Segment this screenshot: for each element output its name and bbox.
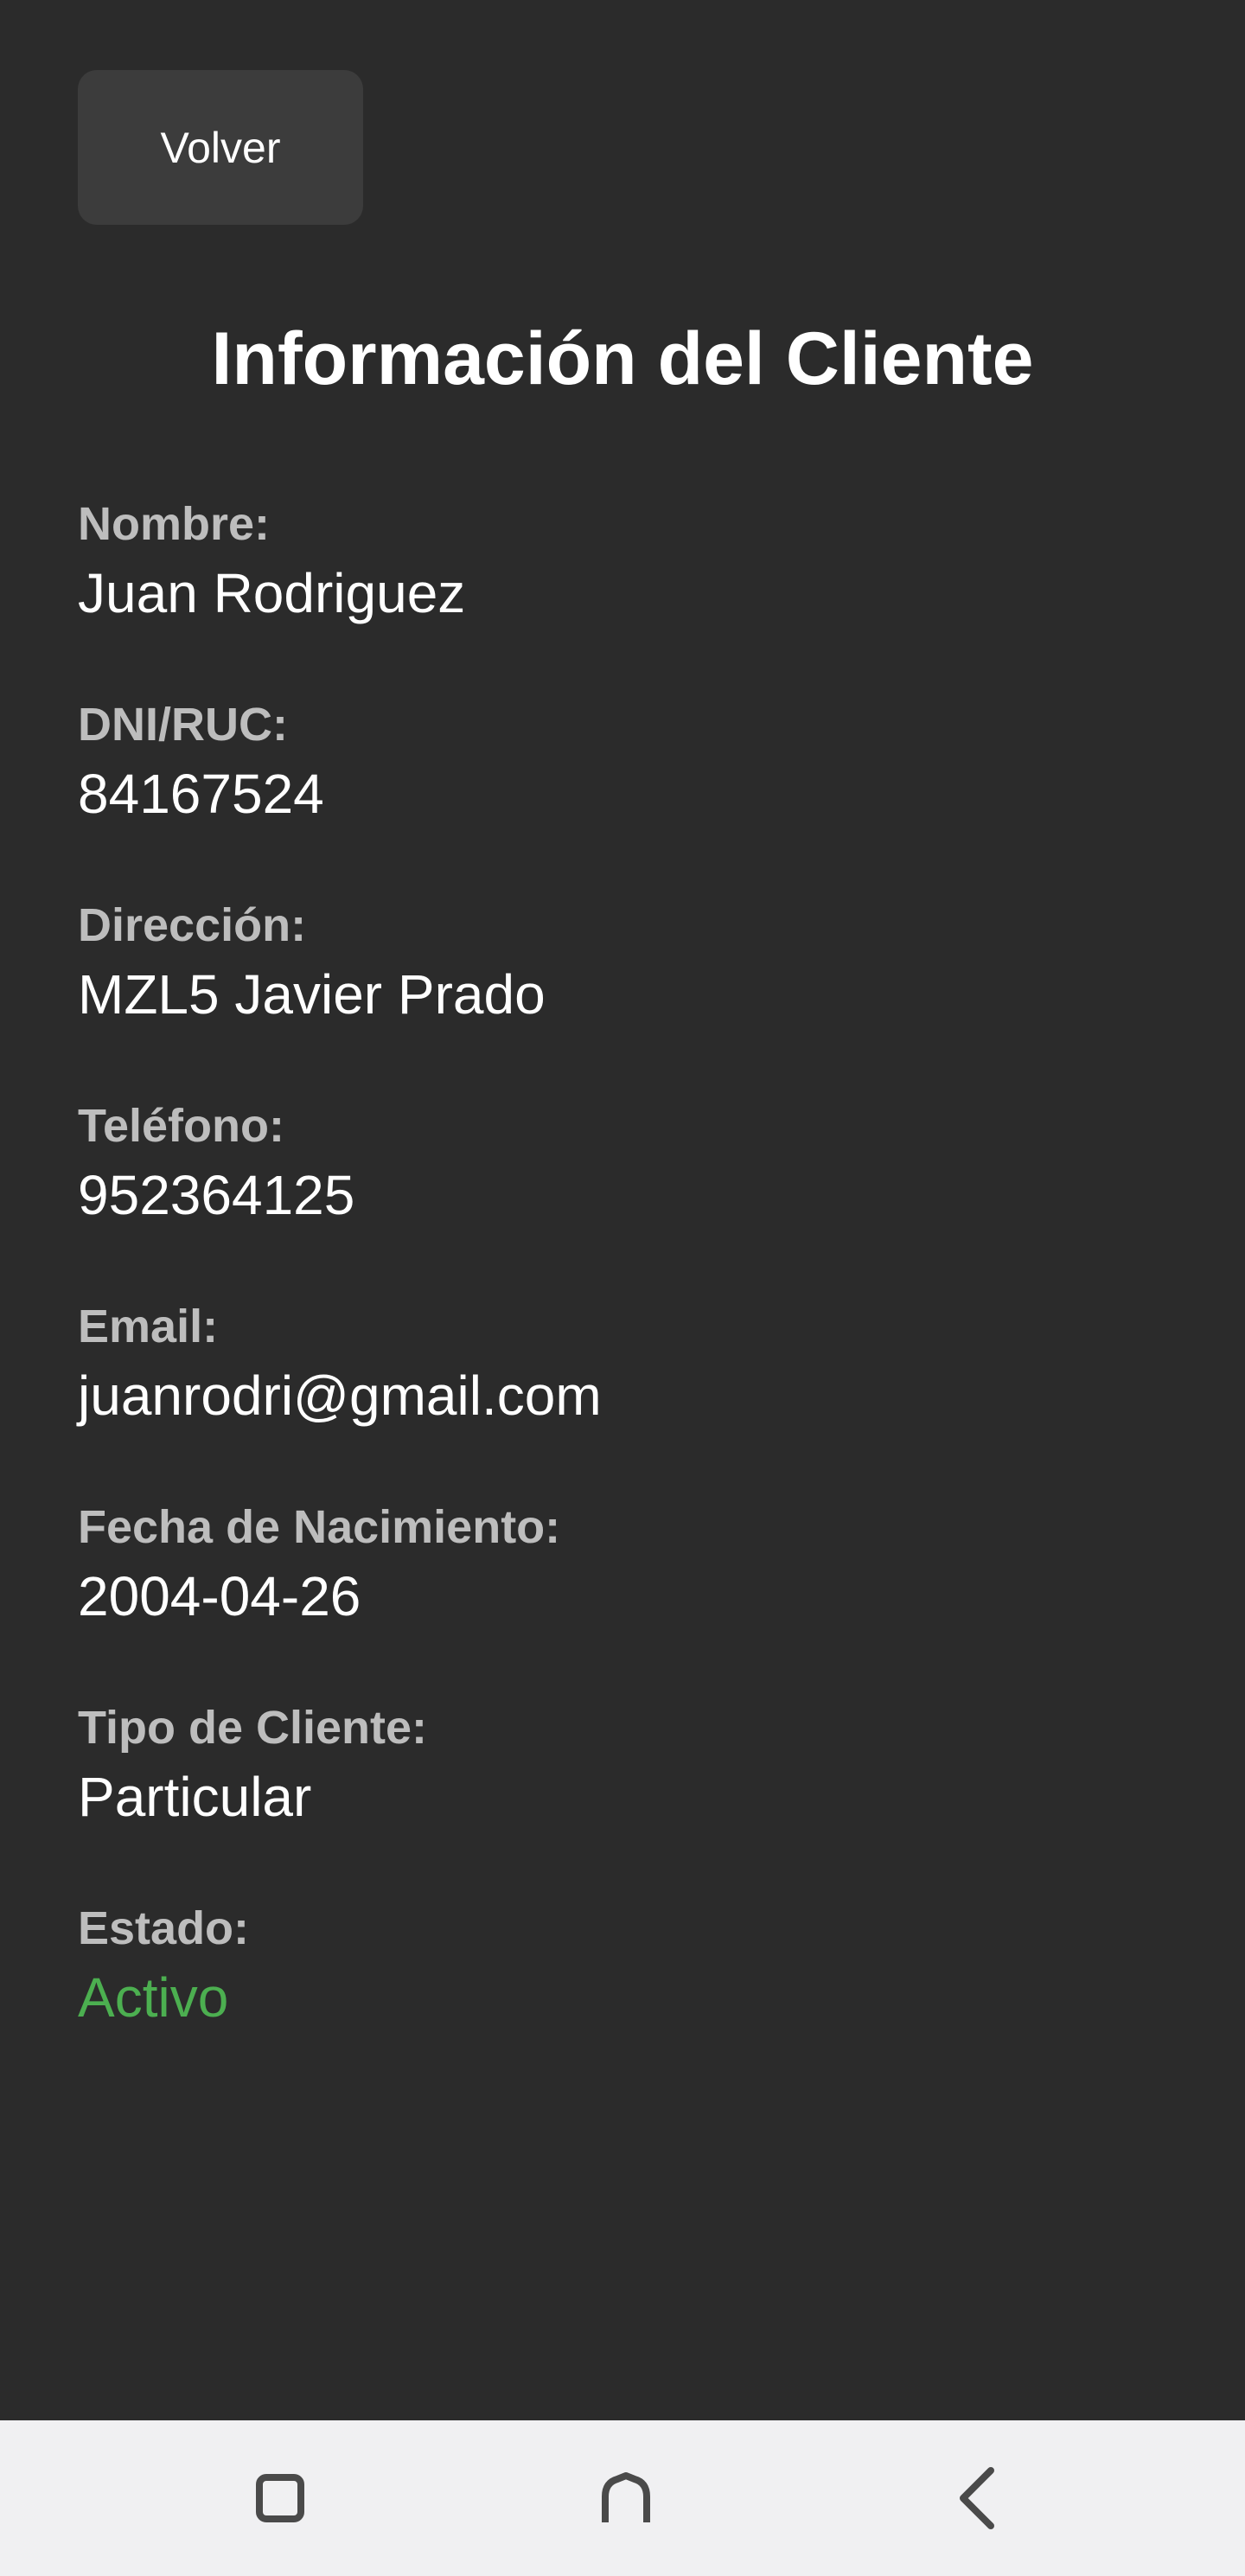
field-label: Nombre: [78,498,271,550]
field-value: MZL5 Javier Prado [78,963,546,1026]
field-birthdate: Fecha de Nacimiento: 2004-04-26 [78,1496,1167,1697]
status-value: Activo [78,1966,229,2029]
field-value: Particular [78,1766,312,1828]
recents-button[interactable] [228,2446,332,2550]
field-label: Teléfono: [78,1100,284,1152]
field-label: Estado: [78,1902,250,1954]
back-nav-button[interactable] [925,2446,1029,2550]
field-value: 84167524 [78,763,324,825]
field-label: Email: [78,1301,219,1352]
field-label: Fecha de Nacimiento: [78,1501,561,1553]
back-button[interactable]: Volver [78,70,363,225]
recents-icon [254,2472,306,2524]
page-title: Información del Cliente [211,317,1034,400]
field-dni-ruc: DNI/RUC: 84167524 [78,694,1167,894]
client-info-screen: Volver Información del Cliente Nombre: J… [0,0,1245,2576]
field-address: Dirección: MZL5 Javier Prado [78,894,1167,1095]
field-value: juanrodri@gmail.com [78,1365,602,1427]
client-details: Nombre: Juan Rodriguez DNI/RUC: 84167524… [78,493,1167,2098]
home-button[interactable] [574,2446,678,2550]
field-status: Estado: Activo [78,1897,1167,2098]
field-name: Nombre: Juan Rodriguez [78,493,1167,694]
field-value: 952364125 [78,1164,355,1226]
field-label: Tipo de Cliente: [78,1702,428,1754]
field-value: 2004-04-26 [78,1565,361,1627]
field-label: DNI/RUC: [78,699,288,751]
field-value: Juan Rodriguez [78,562,466,624]
system-navigation-bar [0,2420,1245,2576]
field-email: Email: juanrodri@gmail.com [78,1295,1167,1496]
field-client-type: Tipo de Cliente: Particular [78,1697,1167,1897]
back-arrow-icon [951,2465,1003,2531]
field-phone: Teléfono: 952364125 [78,1095,1167,1295]
field-label: Dirección: [78,899,307,951]
home-icon [598,2471,654,2526]
